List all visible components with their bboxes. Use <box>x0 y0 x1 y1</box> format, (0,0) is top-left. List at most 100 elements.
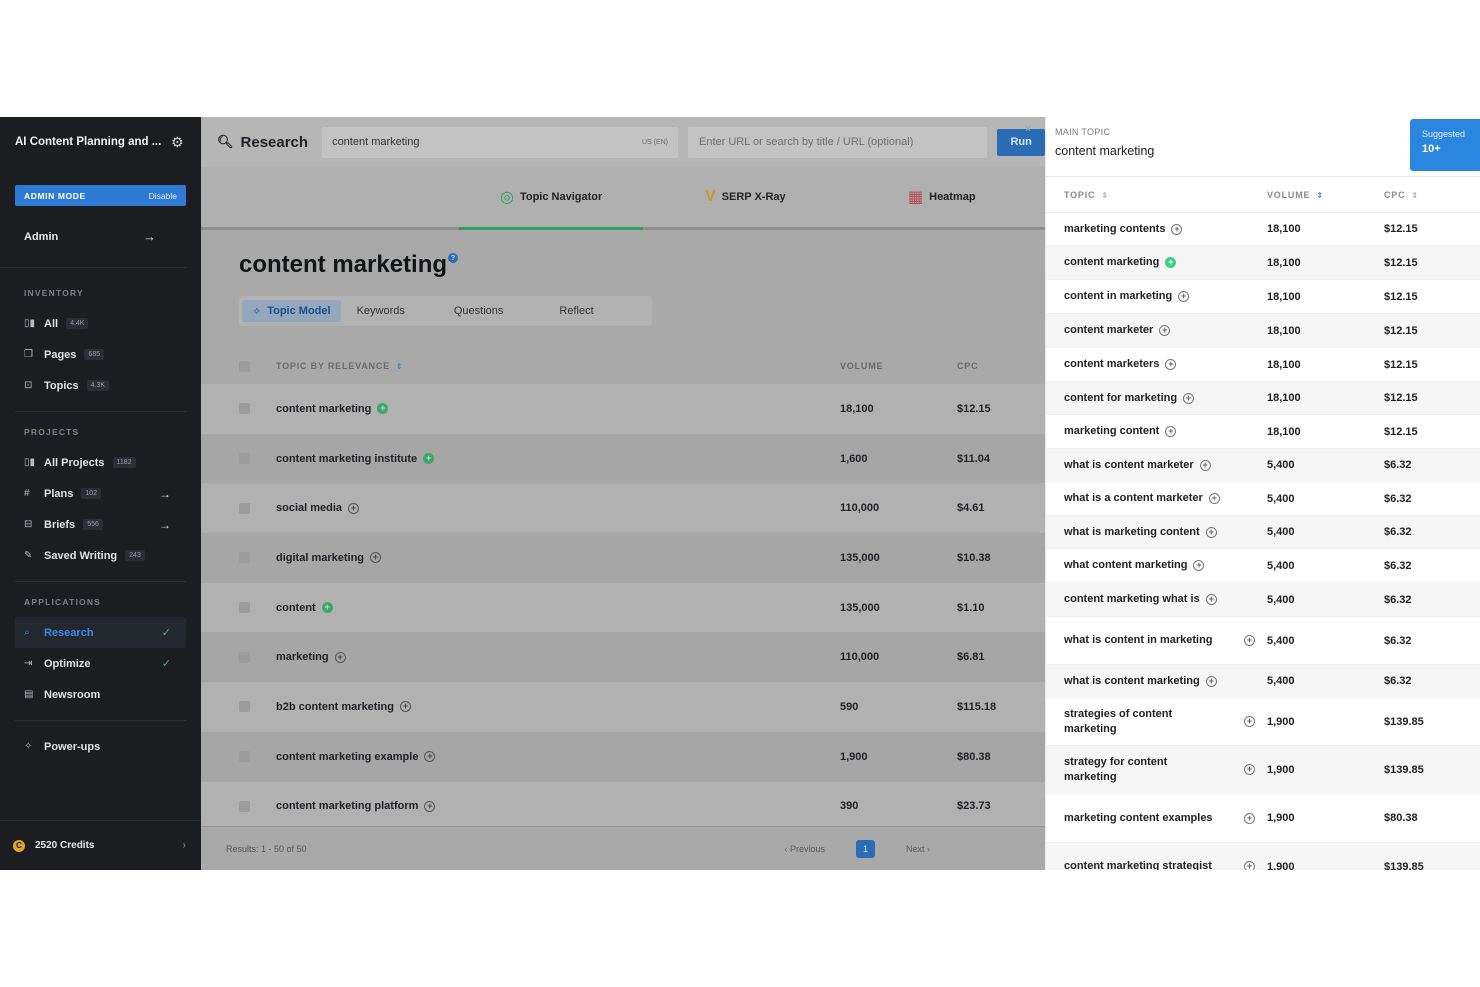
row-checkbox[interactable] <box>239 602 250 614</box>
added-icon[interactable]: + <box>1165 257 1177 268</box>
add-icon[interactable]: + <box>334 651 346 663</box>
row-checkbox[interactable] <box>239 403 250 415</box>
search-input[interactable]: content marketing US (EN) <box>322 126 678 158</box>
column-topic[interactable]: TOPIC BY RELEVANCE ⇕ <box>276 361 840 371</box>
sidebar-item-research[interactable]: ⌕ Research ✓ <box>15 617 186 648</box>
add-icon[interactable]: + <box>1171 223 1183 235</box>
panel-row[interactable]: content marketing strategist +1,900 $139.8… <box>1046 843 1480 870</box>
add-icon[interactable]: + <box>1244 861 1255 870</box>
panel-row[interactable]: what is content marketing +5,400 $6.32 <box>1046 665 1480 698</box>
admin-link[interactable]: Admin → <box>0 206 186 268</box>
locale-selector[interactable]: US (EN) <box>642 139 668 146</box>
add-icon[interactable]: + <box>1244 764 1255 775</box>
sidebar-item-briefs[interactable]: ⊟ Briefs 556 → <box>0 509 201 540</box>
subtab-topic-model[interactable]: ✧ Topic Model <box>242 300 341 322</box>
added-icon[interactable]: + <box>377 403 389 415</box>
app-title[interactable]: AI Content Planning and ... <box>15 136 161 148</box>
panel-row[interactable]: what content marketing +5,400 $6.32 <box>1046 549 1480 583</box>
tab-serp-x-ray[interactable]: V SERP X-Ray <box>705 167 786 227</box>
url-input[interactable]: Enter URL or search by title / URL (opti… <box>688 126 988 158</box>
sidebar-item-all-projects[interactable]: ▯▮ All Projects 1182 <box>0 447 201 478</box>
add-icon[interactable]: + <box>1165 426 1177 437</box>
add-icon[interactable]: + <box>1165 359 1177 370</box>
add-icon[interactable]: + <box>1208 493 1220 504</box>
table-row[interactable]: marketing +110,000 $6.81 <box>201 632 1045 683</box>
subtab-reflect[interactable]: Reflect <box>549 300 603 322</box>
add-icon[interactable]: + <box>399 701 411 713</box>
arrow-right-icon[interactable]: → <box>159 518 171 532</box>
table-row[interactable]: content marketing institute +1,600 $11.04 <box>201 433 1045 484</box>
added-icon[interactable]: + <box>321 602 333 614</box>
row-checkbox[interactable] <box>239 502 250 514</box>
add-icon[interactable]: + <box>1244 635 1255 646</box>
tab-heatmap[interactable]: ▦ Heatmap <box>908 167 976 227</box>
add-icon[interactable]: + <box>1183 392 1195 404</box>
panel-row[interactable]: what is marketing content +5,400 $6.32 <box>1046 516 1480 549</box>
add-icon[interactable]: + <box>424 800 436 812</box>
table-row[interactable]: content +135,000 $1.10 <box>201 582 1045 633</box>
add-icon[interactable]: + <box>1178 291 1190 302</box>
panel-row[interactable]: content for marketing +18,100 $12.15 <box>1046 382 1480 415</box>
row-checkbox[interactable] <box>239 800 250 812</box>
panel-row[interactable]: content marketing what is +5,400 $6.32 <box>1046 583 1480 617</box>
gear-icon[interactable]: ⚙ <box>171 135 185 149</box>
credits-bar[interactable]: C 2520 Credits › <box>0 820 201 870</box>
row-checkbox[interactable] <box>239 701 250 713</box>
arrow-right-icon[interactable]: → <box>159 487 171 501</box>
add-icon[interactable]: + <box>424 751 436 763</box>
panel-row[interactable]: what is content in marketing +5,400 $6.32 <box>1046 617 1480 665</box>
sidebar-item-power-ups[interactable]: ✧ Power-ups <box>0 731 201 762</box>
tab-topic-navigator[interactable]: ◎ Topic Navigator <box>458 167 644 230</box>
panel-row[interactable]: marketing content examples +1,900 $80.38 <box>1046 794 1480 843</box>
subtab-keywords[interactable]: Keywords <box>347 300 415 322</box>
sidebar-item-saved-writing[interactable]: ✎ Saved Writing 243 <box>0 540 201 571</box>
panel-row[interactable]: strategies of content marketing +1,900 $13… <box>1046 698 1480 746</box>
row-checkbox[interactable] <box>239 552 250 564</box>
add-icon[interactable]: + <box>1205 675 1217 687</box>
subtab-questions[interactable]: Questions <box>444 300 514 322</box>
table-row[interactable]: content marketing example +1,900 $80.38 <box>201 731 1045 782</box>
row-checkbox[interactable] <box>239 651 250 663</box>
table-row[interactable]: content marketing platform +390 $23.73 <box>201 781 1045 832</box>
column-cpc[interactable]: CPC ⇕ <box>1384 190 1419 200</box>
sidebar-item-pages[interactable]: ❐ Pages 685 <box>0 339 201 370</box>
panel-row[interactable]: content marketer +18,100 $12.15 <box>1046 314 1480 348</box>
panel-row[interactable]: what is a content marketer +5,400 $6.32 <box>1046 482 1480 516</box>
add-icon[interactable]: + <box>1244 716 1255 727</box>
panel-row[interactable]: marketing contents +18,100 $12.15 <box>1046 213 1480 246</box>
panel-row[interactable]: marketing content +18,100 $12.15 <box>1046 415 1480 449</box>
add-icon[interactable]: + <box>1244 812 1255 824</box>
added-icon[interactable]: + <box>423 453 435 465</box>
next-button[interactable]: Next › <box>906 844 930 854</box>
disable-admin-button[interactable]: Disable <box>149 191 177 201</box>
sidebar-item-plans[interactable]: # Plans 102 → <box>0 478 201 509</box>
column-volume[interactable]: VOLUME ⇕ <box>1267 190 1384 200</box>
table-row[interactable]: b2b content marketing +590 $115.18 <box>201 682 1045 732</box>
sidebar-item-newsroom[interactable]: ▤ Newsroom <box>0 679 201 710</box>
column-volume[interactable]: VOLUME ⇕ <box>840 361 957 371</box>
sidebar-item-topics[interactable]: ⊡ Topics 4.3K <box>0 370 201 401</box>
add-icon[interactable]: + <box>370 552 382 564</box>
column-topic[interactable]: TOPIC ⇕ <box>1046 190 1267 200</box>
help-icon[interactable]: ? <box>448 253 459 263</box>
add-icon[interactable]: + <box>1205 526 1217 538</box>
add-icon[interactable]: + <box>1199 459 1211 471</box>
panel-row[interactable]: content marketing +18,100 $12.15 <box>1046 246 1480 280</box>
sidebar-item-optimize[interactable]: ⇥ Optimize ✓ <box>0 648 201 679</box>
add-icon[interactable]: + <box>348 502 360 514</box>
table-row[interactable]: content marketing +18,100 $12.15 <box>201 384 1045 434</box>
sidebar-item-all[interactable]: ▯▮ All 4.4K <box>0 308 201 339</box>
add-icon[interactable]: + <box>1193 560 1205 571</box>
run-button[interactable]: × Run <box>997 124 1045 156</box>
table-row[interactable]: social media +110,000 $4.61 <box>201 483 1045 534</box>
panel-row[interactable]: strategy for content marketing +1,900 $139… <box>1046 746 1480 794</box>
panel-row[interactable]: content marketers +18,100 $12.15 <box>1046 348 1480 382</box>
page-1-button[interactable]: 1 <box>855 839 875 858</box>
column-cpc[interactable]: CPC ⇕ <box>957 361 992 371</box>
suggested-button[interactable]: Suggested 10+ <box>1410 119 1480 171</box>
previous-button[interactable]: ‹ Previous <box>784 844 825 854</box>
select-all-checkbox[interactable] <box>239 360 250 372</box>
table-row[interactable]: digital marketing +135,000 $10.38 <box>201 533 1045 583</box>
row-checkbox[interactable] <box>239 751 250 763</box>
add-icon[interactable]: + <box>1159 325 1171 336</box>
